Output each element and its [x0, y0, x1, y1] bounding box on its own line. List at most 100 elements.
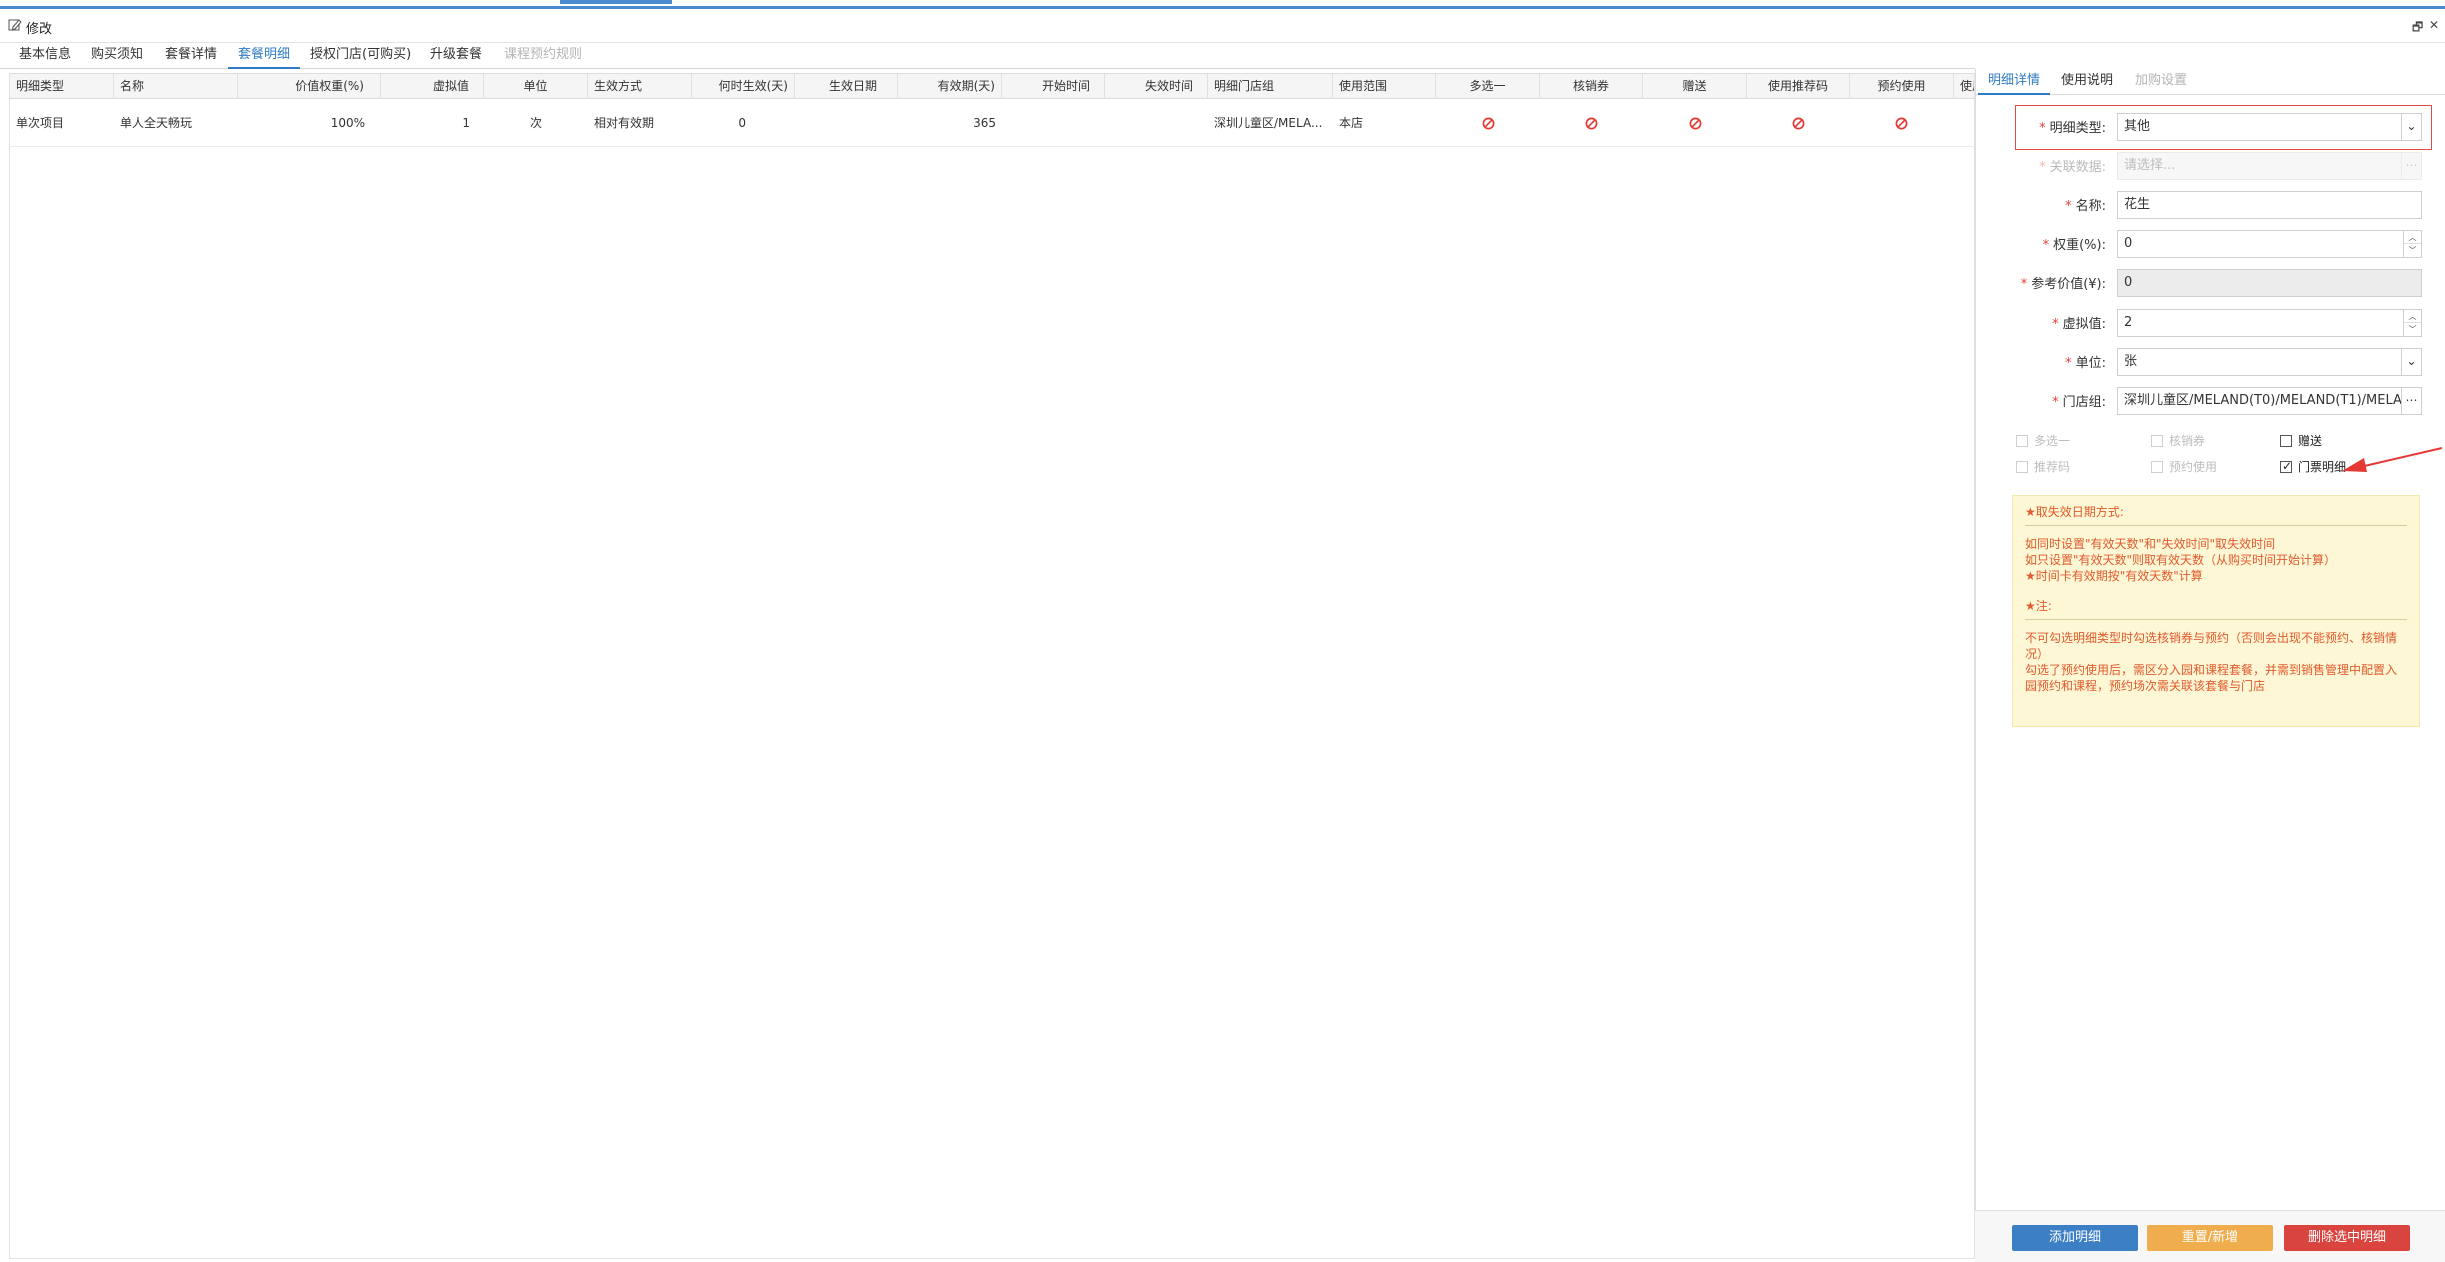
cell-weight: 100% [330, 116, 365, 130]
tab-authorized-stores[interactable]: 授权门店(可购买) [300, 45, 421, 69]
stepper-buttons[interactable]: ︿ ﹀ [2403, 310, 2421, 336]
note-heading-expiry: ★取失效日期方式: [2025, 505, 2124, 519]
name-label: * 名称: [2065, 199, 2106, 214]
cell-end-time [1105, 99, 1208, 147]
name-row: * 名称: 花生 [1986, 191, 2422, 219]
disabled-icon [1792, 117, 1805, 130]
check-icon: ✓ [2282, 459, 2293, 473]
col-header-effect-after[interactable]: 何时生效(天) [692, 74, 795, 99]
store-group-label: * 门店组: [2052, 395, 2106, 410]
reset-button[interactable]: 重置/新增 [2147, 1225, 2273, 1251]
disabled-icon [1585, 117, 1598, 130]
checkbox-box [2151, 435, 2163, 447]
stepper-buttons[interactable]: ︿ ﹀ [2403, 231, 2421, 257]
related-data-row: * 关联数据: 请选择... ⋯ [1986, 152, 2422, 180]
window-title: 修改 [26, 22, 53, 37]
cell-effect-after: 0 [738, 116, 746, 130]
tab-basic-info[interactable]: 基本信息 [9, 45, 81, 69]
action-bar: 添加明细 重置/新增 删除选中明细 [1975, 1210, 2445, 1262]
unit-label: * 单位: [2065, 356, 2106, 371]
top-strip [0, 0, 2445, 9]
package-items-grid: 明细类型 名称 价值权重(%) 虚拟值 单位 生效方式 何时生效(天) 生效日期… [9, 73, 1975, 1259]
cell-unit: 次 [529, 116, 542, 130]
disabled-icon [1689, 117, 1702, 130]
more-icon[interactable]: ⋯ [2401, 388, 2421, 414]
note-heading-notice: ★注: [2025, 599, 2052, 613]
col-header-start-time[interactable]: 开始时间 [1002, 74, 1105, 99]
col-header-virtual[interactable]: 虚拟值 [381, 74, 484, 99]
col-header-name[interactable]: 名称 [114, 74, 238, 99]
restore-icon[interactable]: 🗗 [2412, 18, 2423, 39]
checkbox-box [2151, 461, 2163, 473]
chevron-up-icon[interactable]: ︿ [2404, 231, 2421, 244]
ref-price-label: * 参考价值(¥): [2020, 277, 2106, 292]
cell-store-group: 深圳儿童区/MELA... [1214, 116, 1323, 130]
col-header-unit[interactable]: 单位 [484, 74, 588, 99]
tab-purchase-notice[interactable]: 购买须知 [81, 45, 153, 69]
col-header-multi-choice[interactable]: 多选一 [1436, 74, 1540, 99]
note-line: 如只设置"有效天数"则取有效天数（从购买时间开始计算） [2025, 553, 2337, 567]
tab-package-items[interactable]: 套餐明细 [228, 45, 301, 69]
checkbox-box [2016, 435, 2028, 447]
unit-row: * 单位: 张 ⌄ [1986, 348, 2422, 376]
weight-row: * 权重(%): 0 ︿ ﹀ [1986, 230, 2422, 258]
col-header-gift[interactable]: 赠送 [1643, 74, 1747, 99]
col-header-referral[interactable]: 使用推荐码 [1747, 74, 1850, 99]
grid-header: 明细类型 名称 价值权重(%) 虚拟值 单位 生效方式 何时生效(天) 生效日期… [10, 73, 1974, 99]
col-header-store-group[interactable]: 明细门店组 [1208, 74, 1333, 99]
col-header-effect-date[interactable]: 生效日期 [795, 74, 898, 99]
title-bar: 修改 🗗 ✕ [0, 9, 2445, 43]
ref-price-row: * 参考价值(¥): 0 [1986, 269, 2422, 297]
col-header-end-time[interactable]: 失效时间 [1105, 74, 1208, 99]
col-header-valid-days[interactable]: 有效期(天) [898, 74, 1002, 99]
col-header-redeem[interactable]: 核销券 [1540, 74, 1643, 99]
note-line: 勾选了预约使用后，需区分入园和课程套餐，并需到销售管理中配置入园预约和课程，预约… [2025, 663, 2398, 693]
tab-package-details[interactable]: 套餐详情 [155, 45, 227, 69]
more-icon: ⋯ [2401, 153, 2421, 179]
cell-virtual: 1 [462, 116, 470, 130]
unit-select[interactable]: 张 ⌄ [2117, 348, 2422, 376]
store-group-row: * 门店组: 深圳儿童区/MELAND(T0)/MELAND(T1)/MELAND… [1986, 387, 2422, 415]
name-input[interactable]: 花生 [2117, 191, 2422, 219]
virtual-stepper[interactable]: 2 ︿ ﹀ [2117, 309, 2422, 337]
store-group-picker[interactable]: 深圳儿童区/MELAND(T0)/MELAND(T1)/MELAND SP ⋯ [2117, 387, 2422, 415]
note-divider [2025, 619, 2407, 620]
col-header-scope[interactable]: 使用范围 [1333, 74, 1436, 99]
chevron-down-icon[interactable]: ⌄ [2401, 349, 2421, 375]
ref-price-field: 0 [2117, 269, 2422, 297]
related-data-picker: 请选择... ⋯ [2117, 152, 2422, 180]
cell-type: 单次项目 [16, 116, 65, 130]
tab-detail-info[interactable]: 明细详情 [1978, 71, 2051, 95]
col-header-weight[interactable]: 价值权重(%) [238, 74, 381, 99]
chevron-down-icon[interactable]: ﹀ [2404, 244, 2421, 257]
table-row[interactable]: 单次项目 单人全天畅玩 100% 1 次 相对有效期 0 365 深圳儿童区/M… [10, 99, 1974, 147]
col-header-effect-mode[interactable]: 生效方式 [588, 74, 692, 99]
checkbox-box[interactable] [2280, 435, 2292, 447]
active-window-tab-marker[interactable] [560, 0, 672, 4]
weight-label: * 权重(%): [2042, 238, 2106, 253]
tab-usage-notes[interactable]: 使用说明 [2051, 71, 2123, 95]
delete-selected-button[interactable]: 删除选中明细 [2284, 1225, 2410, 1251]
cell-effect-date [795, 99, 898, 147]
virtual-label: * 虚拟值: [2052, 317, 2106, 332]
close-icon[interactable]: ✕ [2429, 18, 2439, 32]
col-header-booking[interactable]: 预约使用 [1850, 74, 1954, 99]
add-detail-button[interactable]: 添加明细 [2012, 1225, 2138, 1251]
related-data-label: * 关联数据: [2039, 160, 2106, 175]
cell-start-time [1002, 99, 1105, 147]
tab-upgrade-package[interactable]: 升级套餐 [420, 45, 492, 69]
annotation-highlight-box [2015, 105, 2432, 150]
weight-stepper[interactable]: 0 ︿ ﹀ [2117, 230, 2422, 258]
chevron-up-icon[interactable]: ︿ [2404, 310, 2421, 323]
checkbox-box [2016, 461, 2028, 473]
note-divider [2025, 525, 2407, 526]
cell-name: 单人全天畅玩 [120, 116, 193, 130]
col-header-type[interactable]: 明细类型 [10, 74, 114, 99]
tab-addon-settings: 加购设置 [2135, 73, 2188, 88]
disabled-icon [1895, 117, 1908, 130]
chevron-down-icon[interactable]: ﹀ [2404, 323, 2421, 336]
checkbox-box[interactable]: ✓ [2280, 459, 2293, 473]
edit-dialog: 修改 🗗 ✕ 基本信息 购买须知 套餐详情 套餐明细 授权门店(可购买) 升级套… [0, 0, 2445, 1262]
col-header-use[interactable]: 使用 [1954, 74, 1974, 99]
info-note: ★取失效日期方式: 如同时设置"有效天数"和"失效时间"取失效时间 如只设置"有… [2012, 495, 2420, 727]
